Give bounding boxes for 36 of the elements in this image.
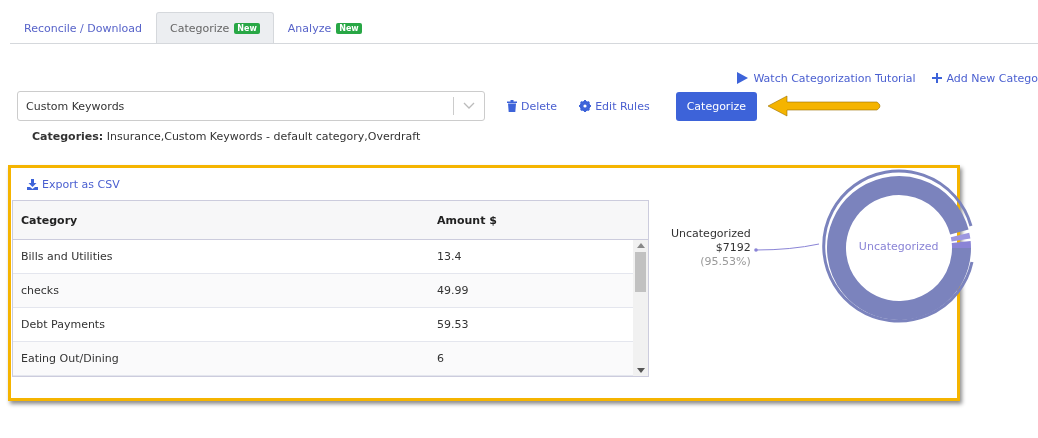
export-csv-link[interactable]: Export as CSV [27, 178, 120, 191]
plus-icon [931, 73, 942, 83]
slice-label: Uncategorized [671, 227, 751, 241]
scrollbar-thumb[interactable] [635, 252, 646, 292]
categories-text: Categories: Insurance,Custom Keywords - default category,Overdraft [32, 130, 421, 143]
scroll-down-icon[interactable] [636, 368, 645, 373]
delete-link[interactable]: Delete [507, 99, 558, 113]
edit-rules-link[interactable]: Edit Rules [579, 99, 650, 113]
table-cell-text: 59.53 [436, 318, 470, 331]
table-cell-text: Debt Payments [20, 318, 106, 331]
table-cell-text: 13.4 [436, 250, 463, 263]
gear-icon [579, 100, 592, 112]
table-cell-text: 49.99 [436, 284, 470, 297]
slice-percent: (95.53%) [699, 255, 751, 269]
play-icon [737, 72, 749, 84]
download-icon [27, 179, 38, 190]
column-header: Amount $ [436, 213, 498, 227]
scroll-up-icon[interactable] [636, 243, 645, 248]
tab[interactable]: Reconcile / Download [10, 12, 156, 43]
new-badge: New [234, 22, 260, 34]
add-new-category-link[interactable]: Add New Catego [931, 70, 1038, 86]
tab[interactable]: Categorize New [156, 12, 274, 43]
table-cell-text: 6 [436, 352, 445, 365]
scrollbar[interactable] [633, 240, 648, 376]
new-badge: New [336, 22, 362, 34]
tab[interactable]: Analyze New [273, 12, 376, 43]
column-header: Category [20, 213, 79, 227]
table-cell-text: Bills and Utilities [20, 250, 114, 263]
slice-amount: $7192 [714, 241, 751, 255]
categorize-button[interactable]: Categorize [675, 91, 757, 121]
table-cell-text: checks [20, 284, 60, 297]
rule-select[interactable]: Custom Keywords [17, 91, 485, 121]
donut-center-label: Uncategorized [857, 240, 940, 253]
trash-icon [507, 100, 517, 112]
table-cell-text: Eating Out/Dining [20, 352, 120, 365]
watch-tutorial-link[interactable]: Watch Categorization Tutorial [737, 70, 916, 86]
